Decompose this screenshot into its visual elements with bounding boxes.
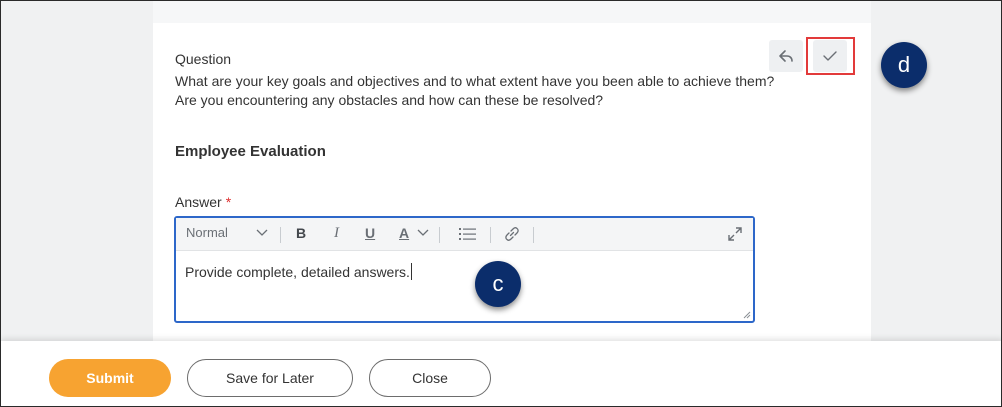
underline-button[interactable]: U xyxy=(365,225,375,241)
editor-toolbar: Normal B I U A xyxy=(176,218,753,251)
app-frame: Question What are your key goals and obj… xyxy=(0,0,1002,407)
bold-button[interactable]: B xyxy=(296,225,306,241)
confirm-button-highlight xyxy=(806,37,855,75)
question-label: Question xyxy=(175,51,232,67)
italic-button[interactable]: I xyxy=(334,225,339,242)
card-top-divider xyxy=(153,1,871,23)
answer-text: Provide complete, detailed answers. xyxy=(185,264,410,280)
answer-label-text: Answer xyxy=(175,194,222,210)
callout-marker-d: d xyxy=(881,42,927,88)
font-color-button[interactable]: A xyxy=(399,225,409,241)
answer-rich-text-editor[interactable]: Normal B I U A Provide complete, detaile… xyxy=(174,216,755,323)
expand-icon[interactable] xyxy=(727,226,743,245)
toolbar-divider xyxy=(490,227,491,243)
save-for-later-button[interactable]: Save for Later xyxy=(187,359,353,397)
toolbar-divider xyxy=(280,227,281,243)
section-heading: Employee Evaluation xyxy=(175,143,326,160)
link-icon[interactable] xyxy=(504,226,520,245)
resize-grip-icon[interactable] xyxy=(741,309,751,319)
toolbar-divider xyxy=(533,227,534,243)
paragraph-style-select[interactable]: Normal xyxy=(186,225,228,240)
answer-text-area[interactable]: Provide complete, detailed answers. xyxy=(185,263,412,280)
font-color-chevron-icon[interactable] xyxy=(417,223,429,244)
style-dropdown-chevron-icon[interactable] xyxy=(256,223,268,244)
text-caret xyxy=(410,263,412,280)
question-text: What are your key goals and objectives a… xyxy=(175,73,775,108)
reply-back-icon xyxy=(779,50,793,62)
answer-label: Answer * xyxy=(175,194,231,210)
revert-button[interactable] xyxy=(769,40,803,72)
bulleted-list-icon[interactable] xyxy=(459,227,477,244)
submit-button[interactable]: Submit xyxy=(49,359,171,397)
required-marker: * xyxy=(225,194,232,210)
toolbar-divider xyxy=(439,227,440,243)
callout-marker-c: c xyxy=(475,261,521,307)
close-button[interactable]: Close xyxy=(369,359,491,397)
footer-action-bar: Submit Save for Later Close xyxy=(1,341,1001,406)
